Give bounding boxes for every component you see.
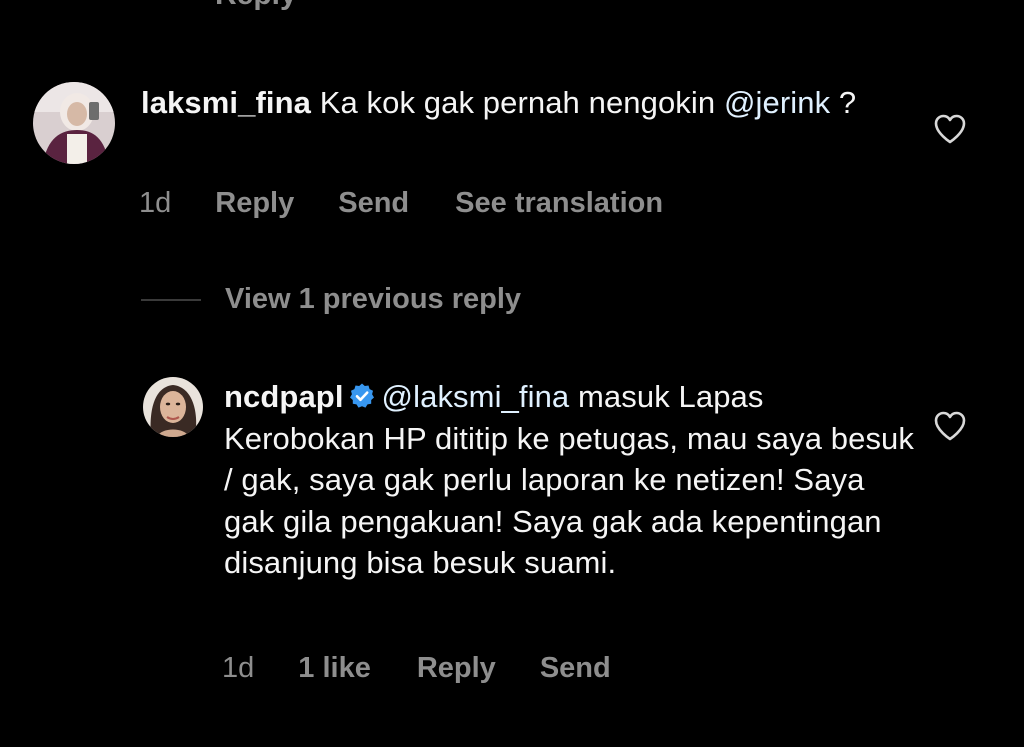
comment-actions: 1d Reply Send See translation — [139, 187, 663, 220]
avatar-laksmi-fina[interactable] — [33, 82, 115, 164]
comment-time: 1d — [139, 187, 172, 219]
reply-mention[interactable]: @laksmi_fina — [382, 379, 570, 414]
comment-text: laksmi_fina Ka kok gak pernah nengokin @… — [141, 82, 911, 124]
comment-body: Ka kok gak pernah nengokin — [319, 85, 716, 120]
reply-reply-button[interactable]: Reply — [417, 652, 496, 685]
reply-text: ncdpapl @laksmi_fina masuk Lapas Kerobok… — [224, 376, 914, 584]
reply-time: 1d — [222, 652, 255, 684]
comment-body-end: ? — [830, 85, 857, 120]
comment-send-button[interactable]: Send — [338, 187, 409, 220]
comment-reply-button[interactable]: Reply — [215, 187, 294, 220]
reply-actions: 1d 1 like Reply Send — [222, 652, 611, 685]
like-heart-icon[interactable] — [933, 410, 967, 442]
verified-badge-icon — [349, 383, 374, 408]
replies-divider-line — [141, 298, 201, 301]
avatar-ncdpapl[interactable] — [143, 377, 203, 437]
view-previous-replies-button[interactable]: View 1 previous reply — [141, 283, 521, 316]
reply-likes-button[interactable]: 1 like — [298, 652, 371, 685]
see-translation-button[interactable]: See translation — [455, 187, 663, 220]
previous-comment-reply-cut[interactable]: Reply — [215, 0, 297, 12]
comment-username[interactable]: laksmi_fina — [141, 85, 311, 120]
reply-username[interactable]: ncdpapl — [224, 379, 344, 414]
comment-mention[interactable]: @jerink — [724, 85, 830, 120]
like-heart-icon[interactable] — [933, 113, 967, 145]
view-previous-replies-label: View 1 previous reply — [225, 283, 522, 315]
reply-send-button[interactable]: Send — [540, 652, 611, 685]
